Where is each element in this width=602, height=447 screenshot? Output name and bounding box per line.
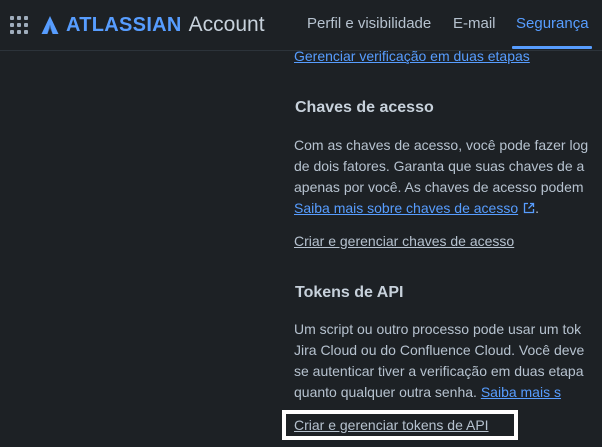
- brand-name: ATLASSIAN: [66, 13, 182, 36]
- api-tokens-heading: Tokens de API: [295, 284, 404, 301]
- atlassian-account-logo[interactable]: ATLASSIAN Account: [40, 12, 265, 38]
- product-name: Account: [188, 13, 265, 36]
- api-tokens-learn-more-link[interactable]: Saiba mais s: [481, 384, 561, 400]
- active-tab-indicator: [512, 46, 592, 49]
- passkeys-line-4: Saiba mais sobre chaves de acesso.: [294, 198, 588, 219]
- app-switcher-icon[interactable]: [10, 16, 28, 34]
- highlight-box: [282, 410, 518, 440]
- api-tokens-line-4: quanto qualquer outra senha. Saiba mais …: [294, 382, 584, 403]
- tab-email[interactable]: E-mail: [453, 15, 496, 32]
- external-link-icon: [523, 202, 535, 214]
- manage-passkeys-link[interactable]: Criar e gerenciar chaves de acesso: [294, 231, 514, 252]
- passkeys-line-3: apenas por você. As chaves de acesso pod…: [294, 179, 584, 195]
- manage-two-step-link[interactable]: Gerenciar verificação em duas etapas: [294, 51, 530, 64]
- api-tokens-line-2: Jira Cloud ou do Confluence Cloud. Você …: [294, 342, 585, 358]
- passkeys-description: Com as chaves de acesso, você pode fazer…: [294, 135, 588, 219]
- passkeys-line-2: de dois fatores. Garanta que suas chaves…: [294, 158, 585, 174]
- top-navigation-bar: ATLASSIAN Account Perfil e visibilidade …: [0, 0, 602, 51]
- passkeys-learn-more-link[interactable]: Saiba mais sobre chaves de acesso: [294, 200, 518, 216]
- atlassian-logo-icon: [41, 16, 59, 34]
- passkeys-learn-more-suffix: .: [535, 200, 540, 216]
- api-tokens-description: Um script ou outro processo pode usar um…: [294, 319, 584, 403]
- api-tokens-line-3: se autenticar tiver a verificação em dua…: [294, 363, 584, 379]
- security-content: Gerenciar verificação em duas etapas Cha…: [294, 51, 602, 447]
- api-tokens-last-line: quanto qualquer outra senha.: [294, 384, 477, 400]
- tab-security[interactable]: Segurança: [516, 15, 589, 32]
- passkeys-heading: Chaves de acesso: [295, 99, 434, 116]
- tab-profile-visibility[interactable]: Perfil e visibilidade: [307, 15, 431, 32]
- passkeys-line-1: Com as chaves de acesso, você pode fazer…: [294, 137, 589, 153]
- api-tokens-line-1: Um script ou outro processo pode usar um…: [294, 321, 582, 337]
